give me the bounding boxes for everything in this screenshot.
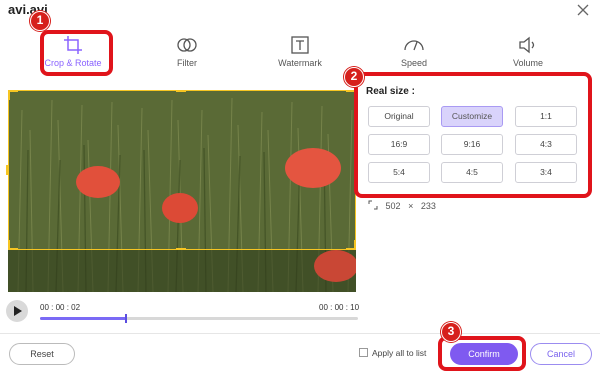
tab-speed[interactable]: Speed <box>374 34 454 74</box>
progress-fill <box>40 317 126 320</box>
watermark-icon <box>291 36 309 54</box>
annotation-box-crop <box>40 30 113 76</box>
crop-handle[interactable] <box>176 90 186 92</box>
tab-label: Volume <box>512 58 544 68</box>
play-icon <box>14 306 22 316</box>
tab-watermark[interactable]: Watermark <box>260 34 340 74</box>
play-button[interactable] <box>6 300 28 322</box>
crop-handle[interactable] <box>6 165 9 175</box>
current-time: 00 : 00 : 02 <box>40 303 81 312</box>
speed-icon <box>404 40 424 51</box>
crop-handle[interactable] <box>8 240 10 250</box>
total-time: 00 : 00 : 10 <box>319 303 360 312</box>
filter-icon <box>177 38 197 52</box>
annotation-badge-1: 1 <box>30 11 50 31</box>
reset-button[interactable]: Reset <box>9 343 75 365</box>
apply-all-checkbox[interactable] <box>359 348 368 357</box>
cancel-button[interactable]: Cancel <box>530 343 592 365</box>
video-frame-image <box>8 90 356 292</box>
footer-divider <box>0 333 600 334</box>
tab-label: Speed <box>400 58 428 68</box>
volume-icon <box>519 36 535 54</box>
dimension-readout: 502 × 233 <box>368 200 436 211</box>
crop-handle[interactable] <box>354 240 356 250</box>
annotation-badge-2: 2 <box>344 67 364 87</box>
crop-dialog: { "window": { "title": "avi.avi" }, "tab… <box>0 0 600 373</box>
tab-label: Watermark <box>278 58 322 68</box>
annotation-box-real-size <box>354 72 592 198</box>
apply-all-label: Apply all to list <box>372 348 427 358</box>
close-icon[interactable] <box>576 3 590 17</box>
crop-handle[interactable] <box>8 90 10 100</box>
progress-thumb[interactable] <box>124 314 127 323</box>
dimension-separator: × <box>408 201 414 211</box>
video-preview[interactable] <box>8 90 356 292</box>
tab-filter[interactable]: Filter <box>147 34 227 74</box>
tab-volume[interactable]: Volume <box>488 34 568 74</box>
resize-icon <box>368 200 378 210</box>
progress-track[interactable] <box>40 314 358 323</box>
annotation-badge-3: 3 <box>441 322 461 342</box>
height-value: 233 <box>420 201 436 211</box>
width-value: 502 <box>385 201 401 211</box>
crop-handle[interactable] <box>176 248 186 250</box>
tab-label: Filter <box>177 58 197 68</box>
